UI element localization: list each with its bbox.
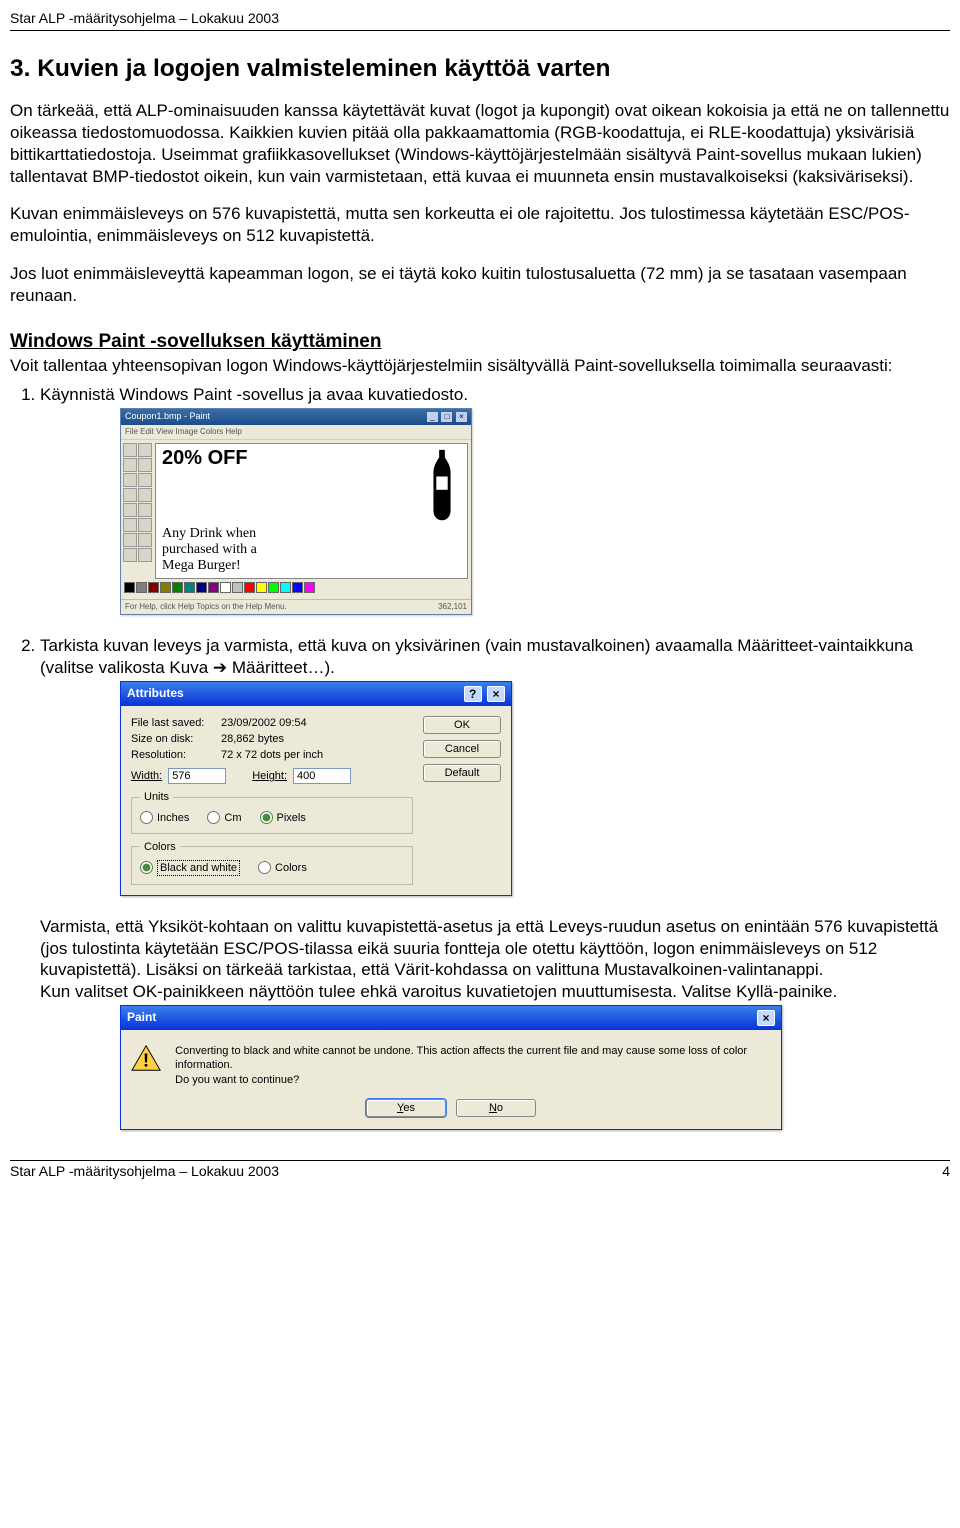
attributes-title-text: Attributes	[127, 686, 184, 701]
svg-text:!: !	[143, 1050, 149, 1071]
units-inches[interactable]: Inches	[140, 811, 189, 825]
height-input[interactable]	[293, 768, 351, 784]
paint-canvas: 20% OFF Any Drink when purchased with a …	[155, 443, 468, 579]
step-1-text: Käynnistä Windows Paint -sovellus ja ava…	[40, 385, 468, 404]
intro-paragraph-3: Jos luot enimmäisleveyttä kapeamman logo…	[10, 263, 950, 307]
close-icon[interactable]: ×	[456, 412, 467, 422]
coupon-line-3: Mega Burger!	[162, 558, 461, 574]
paint-statusbar: For Help, click Help Topics on the Help …	[121, 599, 471, 614]
coupon-line-2: purchased with a	[162, 542, 461, 558]
step-1: Käynnistä Windows Paint -sovellus ja ava…	[40, 384, 950, 615]
attributes-titlebar: Attributes ? ×	[121, 682, 511, 706]
paint-window-buttons: _ □ ×	[426, 411, 467, 423]
paint-titlebar: Coupon1.bmp - Paint _ □ ×	[121, 409, 471, 425]
units-legend: Units	[140, 790, 173, 804]
coupon-line-1: Any Drink when	[162, 526, 461, 542]
close-icon[interactable]: ×	[487, 686, 505, 702]
size-on-disk-label: Size on disk:	[131, 732, 221, 746]
paint-status-right: 362,101	[438, 602, 467, 612]
file-last-saved-label: File last saved:	[131, 716, 221, 730]
warning-text-1: Converting to black and white cannot be …	[175, 1044, 771, 1073]
warning-icon: !	[131, 1044, 161, 1072]
help-icon[interactable]: ?	[464, 686, 482, 702]
cancel-button[interactable]: Cancel	[423, 740, 501, 758]
paint-status-left: For Help, click Help Topics on the Help …	[125, 602, 287, 612]
size-on-disk-value: 28,862 bytes	[221, 732, 284, 746]
header-rule	[10, 30, 950, 31]
intro-paragraph-2: Kuvan enimmäisleveys on 576 kuvapistettä…	[10, 203, 950, 247]
close-icon[interactable]: ×	[757, 1010, 775, 1026]
bottle-icon	[423, 448, 461, 524]
paint-warning-dialog: Paint × ! Converting to black and white …	[120, 1005, 782, 1130]
attributes-window-buttons: ? ×	[462, 686, 505, 702]
width-input[interactable]	[168, 768, 226, 784]
warning-titlebar: Paint ×	[121, 1006, 781, 1030]
paint-window: Coupon1.bmp - Paint _ □ × File Edit View…	[120, 408, 472, 615]
page-header: Star ALP -määritysohjelma – Lokakuu 2003	[10, 10, 950, 28]
step-2: Tarkista kuvan leveys ja varmista, että …	[40, 635, 950, 1130]
units-cm[interactable]: Cm	[207, 811, 241, 825]
step-2-text: Tarkista kuvan leveys ja varmista, että …	[40, 636, 913, 677]
warning-window-buttons: ×	[755, 1010, 775, 1026]
resolution-label: Resolution:	[131, 748, 221, 762]
section-subheading: Windows Paint -sovelluksen käyttäminen	[10, 330, 950, 354]
minimize-icon[interactable]: _	[427, 412, 438, 422]
colors-bw[interactable]: Black and white	[140, 860, 240, 876]
width-label: Width:	[131, 769, 162, 783]
units-pixels[interactable]: Pixels	[260, 811, 306, 825]
paint-title-text: Coupon1.bmp - Paint	[125, 411, 210, 423]
step-2-continued-1: Varmista, että Yksiköt-kohtaan on valitt…	[40, 916, 950, 981]
warning-title-text: Paint	[127, 1010, 156, 1025]
ok-button[interactable]: OK	[423, 716, 501, 734]
colors-legend: Colors	[140, 840, 180, 854]
intro-paragraph-1: On tärkeää, että ALP-ominaisuuden kanssa…	[10, 100, 950, 187]
default-button[interactable]: Default	[423, 764, 501, 782]
warning-text-2: Do you want to continue?	[175, 1073, 771, 1087]
paint-color-palette[interactable]	[124, 582, 468, 596]
units-group: Units Inches Cm Pixels	[131, 790, 413, 833]
paint-toolbox[interactable]	[121, 440, 155, 579]
paint-menubar[interactable]: File Edit View Image Colors Help	[121, 425, 471, 440]
step-2-continued-2: Kun valitset OK-painikkeen näyttöön tule…	[40, 981, 950, 1003]
footer-left: Star ALP -määritysohjelma – Lokakuu 2003	[10, 1163, 279, 1181]
page-title: 3. Kuvien ja logojen valmisteleminen käy…	[10, 53, 950, 84]
footer-rule	[10, 1160, 950, 1161]
no-button[interactable]: No	[456, 1099, 536, 1117]
colors-group: Colors Black and white Colors	[131, 840, 413, 885]
height-label: Height:	[252, 769, 287, 783]
resolution-value: 72 x 72 dots per inch	[221, 748, 323, 762]
yes-button[interactable]: Yes	[366, 1099, 446, 1117]
section-subheading-desc: Voit tallentaa yhteensopivan logon Windo…	[10, 355, 950, 377]
coupon-headline: 20% OFF	[162, 448, 248, 468]
attributes-dialog: Attributes ? × File last saved:23/09/200…	[120, 681, 512, 896]
maximize-icon[interactable]: □	[441, 412, 452, 422]
footer-page-number: 4	[942, 1163, 950, 1181]
colors-colors[interactable]: Colors	[258, 861, 307, 875]
file-last-saved-value: 23/09/2002 09:54	[221, 716, 307, 730]
